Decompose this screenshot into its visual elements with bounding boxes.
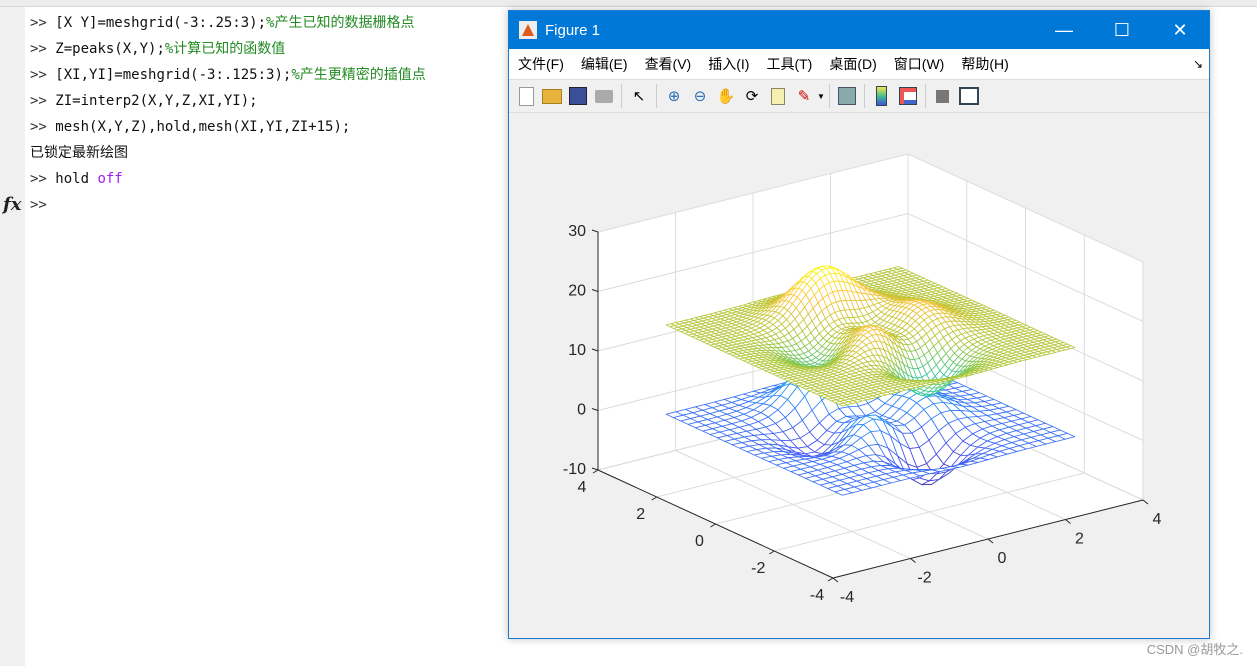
watermark: CSDN @胡牧之.: [1146, 642, 1243, 657]
z-tick: [591, 348, 599, 352]
y-tick: [768, 550, 775, 555]
x-tick-label: 0: [998, 550, 1007, 567]
x-tick: [1142, 499, 1149, 505]
y-tick: [592, 469, 599, 474]
z-tick: [591, 289, 599, 292]
y-tick: [710, 523, 716, 528]
z-tick: [591, 408, 599, 411]
x-tick-label: -4: [840, 589, 854, 606]
z-tick: [591, 229, 599, 233]
y-tick: [827, 577, 834, 582]
y-tick-label: 4: [578, 479, 587, 496]
x-tick: [1065, 519, 1071, 524]
z-tick-label: 20: [568, 283, 586, 300]
x-tick-label: 2: [1075, 531, 1084, 548]
z-tick-label: 0: [577, 402, 586, 419]
z-tick-label: -10: [563, 461, 586, 478]
z-tick: [591, 467, 599, 471]
z-tick-label: 30: [568, 223, 586, 240]
y-tick-label: 0: [695, 533, 704, 550]
x-tick: [910, 558, 916, 563]
x-tick: [987, 538, 994, 544]
x-tick-label: 4: [1153, 511, 1162, 528]
y-tick: [651, 496, 658, 501]
y-tick-label: -2: [751, 560, 765, 577]
y-tick-label: -4: [810, 587, 824, 604]
z-tick-label: 10: [568, 342, 586, 359]
y-tick-label: 2: [636, 506, 645, 523]
mesh-plot[interactable]: -4-2024-4-2024-100102030: [0, 0, 1257, 666]
x-tick-label: -2: [917, 570, 931, 587]
x-tick: [832, 577, 839, 583]
